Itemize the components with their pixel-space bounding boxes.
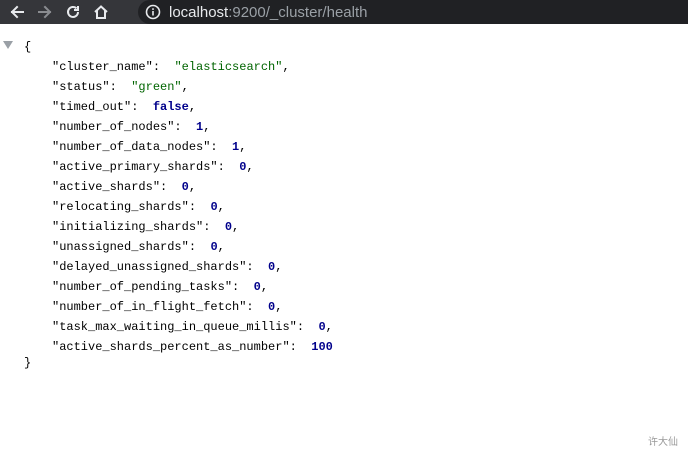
back-button[interactable] — [3, 0, 31, 24]
json-key: "timed_out": — [52, 100, 139, 114]
json-key: "number_of_nodes": — [52, 120, 182, 134]
json-comma: , — [275, 260, 283, 274]
json-key: "status": — [52, 80, 117, 94]
json-key: "number_of_in_flight_fetch": — [52, 300, 254, 314]
json-value: 0 — [318, 320, 326, 334]
json-row: "unassigned_shards": 0, — [52, 239, 333, 259]
json-row: "status": "green", — [52, 79, 333, 99]
json-key: "initializing_shards": — [52, 220, 211, 234]
json-value: 0 — [210, 240, 218, 254]
url-host: localhost — [169, 3, 229, 21]
json-comma: , — [181, 80, 189, 94]
url-path: :9200/_cluster/health — [228, 3, 368, 21]
json-comma: , — [232, 220, 240, 234]
browser-toolbar: localhost:9200/_cluster/health — [0, 0, 688, 24]
json-key: "task_max_waiting_in_queue_millis": — [52, 320, 305, 334]
reload-button[interactable] — [59, 0, 87, 24]
json-key: "number_of_data_nodes": — [52, 140, 218, 154]
json-key: "delayed_unassigned_shards": — [52, 260, 254, 274]
json-value: 0 — [224, 220, 233, 234]
json-key: "unassigned_shards": — [52, 240, 197, 254]
collapse-triangle-icon[interactable] — [3, 41, 13, 49]
json-comma: , — [239, 140, 247, 154]
json-row: "initializing_shards": 0, — [52, 219, 333, 239]
json-key: "number_of_pending_tasks": — [52, 280, 240, 294]
json-key: "active_primary_shards": — [52, 160, 225, 174]
json-value: false — [152, 100, 189, 114]
json-row: "number_of_data_nodes": 1, — [52, 139, 333, 159]
json-value: "elasticsearch" — [174, 60, 283, 74]
address-bar[interactable]: localhost:9200/_cluster/health — [138, 0, 688, 24]
json-row: "relocating_shards": 0, — [52, 199, 333, 219]
json-value: "green" — [131, 80, 182, 94]
json-comma: , — [188, 100, 197, 114]
home-icon — [94, 5, 108, 19]
forward-arrow-icon — [38, 5, 52, 19]
json-row: "task_max_waiting_in_queue_millis": 0, — [52, 319, 333, 339]
home-button[interactable] — [87, 0, 115, 24]
json-viewer: { "cluster_name": "elasticsearch", "statu… — [0, 24, 688, 456]
json-comma: , — [203, 120, 211, 134]
json-entries: "cluster_name": "elasticsearch", "status"… — [52, 59, 333, 359]
json-value: 0 — [253, 280, 261, 294]
json-row: "delayed_unassigned_shards": 0, — [52, 259, 333, 279]
json-row: "number_of_in_flight_fetch": 0, — [52, 299, 333, 319]
json-comma: , — [217, 200, 225, 214]
json-comma: , — [188, 180, 197, 194]
reload-icon — [67, 5, 79, 18]
back-arrow-icon — [10, 5, 24, 19]
json-key: "cluster_name": — [52, 60, 161, 74]
watermark: 许大仙 — [648, 437, 678, 448]
json-key: "active_shards": — [52, 180, 168, 194]
url-text[interactable]: localhost:9200/_cluster/health — [169, 4, 367, 21]
json-key: "active_shards_percent_as_number": — [52, 340, 297, 354]
json-value: 0 — [210, 200, 218, 214]
json-comma: , — [282, 60, 290, 74]
json-close-brace: } — [24, 356, 32, 370]
json-row: "timed_out": false, — [52, 99, 333, 119]
info-icon[interactable] — [145, 4, 161, 20]
json-comma: , — [246, 160, 254, 174]
json-row: "cluster_name": "elasticsearch", — [52, 59, 333, 79]
json-row: "number_of_pending_tasks": 0, — [52, 279, 333, 299]
json-row: "active_shards_percent_as_number": 100 — [52, 339, 333, 359]
json-key: "relocating_shards": — [52, 200, 197, 214]
json-row: "number_of_nodes": 1, — [52, 119, 333, 139]
json-open-brace: { — [24, 40, 32, 54]
forward-button[interactable] — [31, 0, 59, 24]
json-value: 0 — [181, 180, 189, 194]
json-row: "active_shards": 0, — [52, 179, 333, 199]
json-comma: , — [217, 240, 225, 254]
json-comma: , — [260, 280, 269, 294]
json-value: 100 — [311, 340, 333, 354]
json-comma: , — [275, 300, 283, 314]
json-row: "active_primary_shards": 0, — [52, 159, 333, 179]
json-comma: , — [325, 320, 333, 334]
